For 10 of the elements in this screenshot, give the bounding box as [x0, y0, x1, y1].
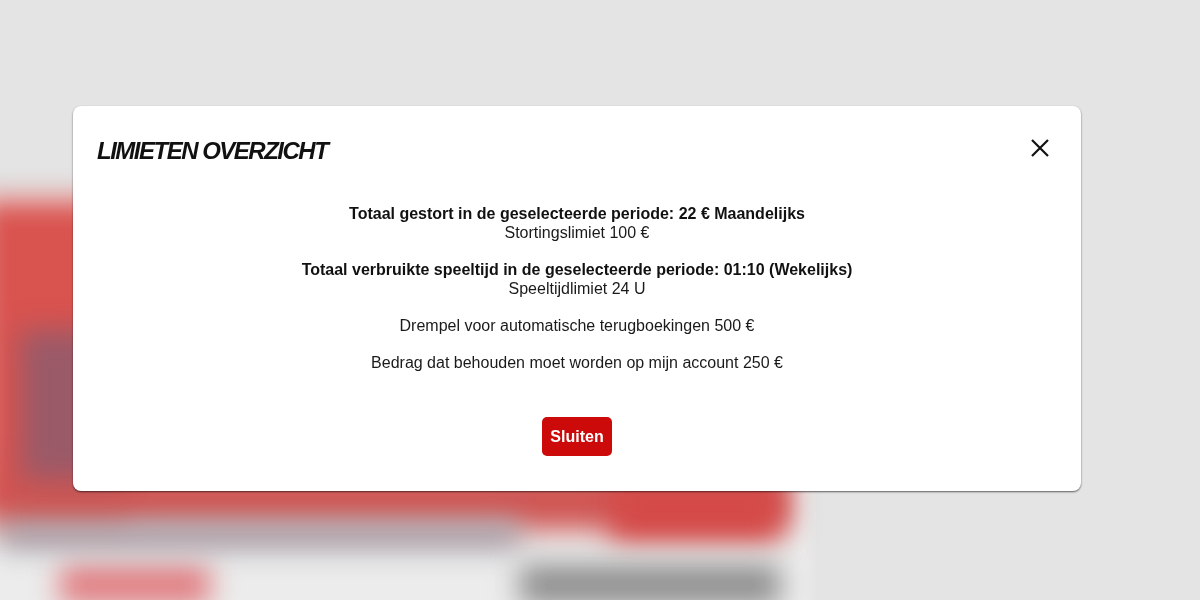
limit-text: Stortingslimiet 100 € — [504, 223, 650, 242]
close-button[interactable] — [1031, 139, 1049, 157]
close-dialog-button[interactable]: Sluiten — [542, 417, 612, 456]
summary-heading: Totaal verbruikte speeltijd in de geselecteerde periode: 01:10 (Wekelijks) — [301, 260, 853, 279]
summary-heading: Totaal gestort in de geselecteerde periode: 22 € Maandelijks — [349, 204, 805, 223]
close-icon — [1031, 139, 1049, 157]
limit-text: Speeltijdlimiet 24 U — [508, 279, 646, 298]
limit-text: Drempel voor automatische terugboekingen 500 € — [399, 316, 755, 335]
limit-text: Bedrag dat behouden moet worden op mijn account 250 € — [371, 353, 783, 372]
dialog-title: LIMIETEN OVERZICHT — [97, 136, 328, 166]
